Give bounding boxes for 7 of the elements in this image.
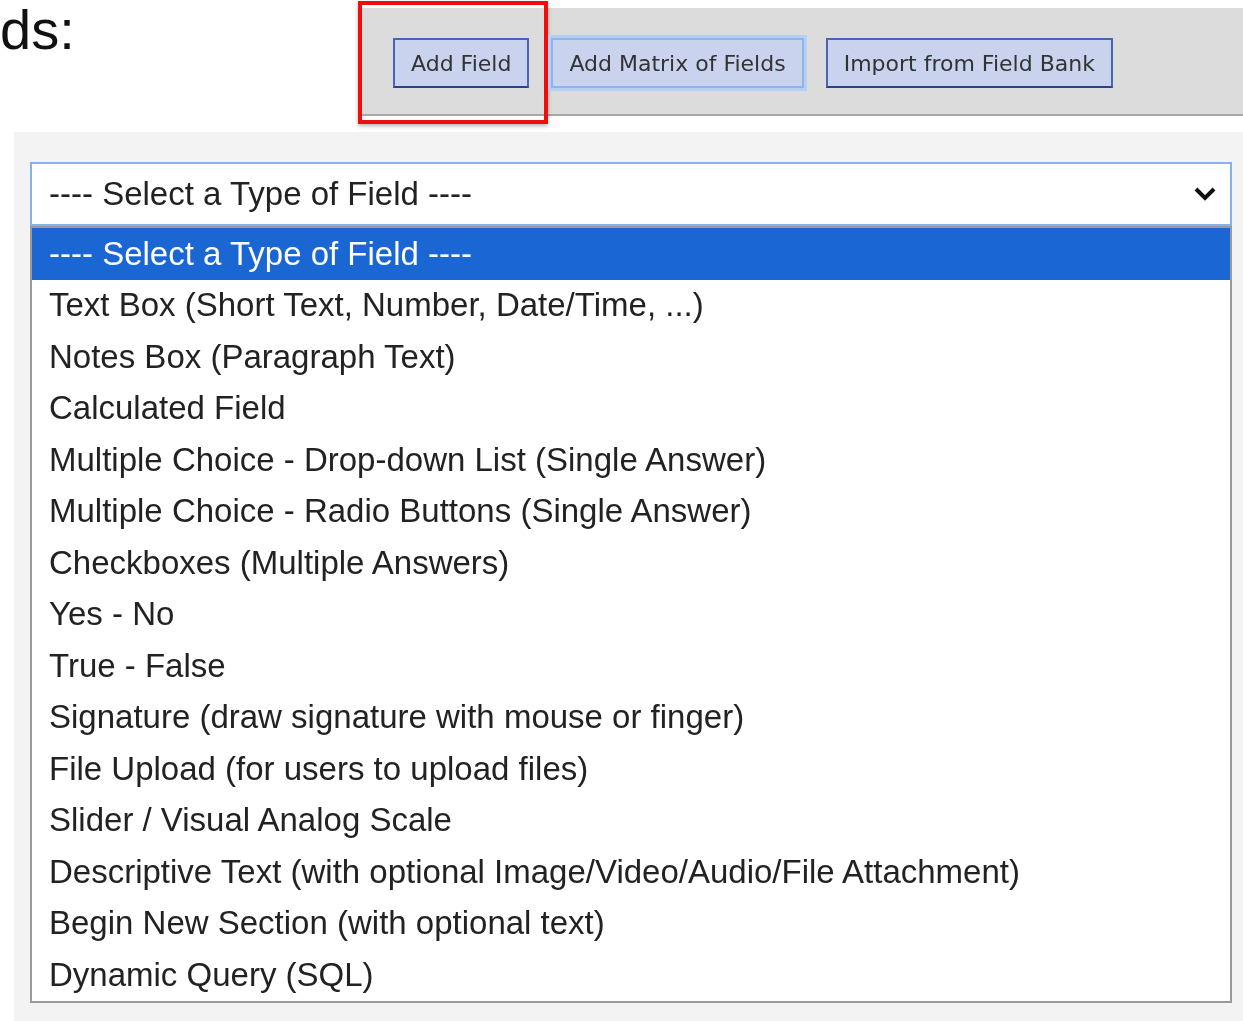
toolbar-button[interactable]: Add Field <box>393 38 530 88</box>
chevron-down-icon <box>1194 187 1216 201</box>
toolbar-button[interactable]: Import from Field Bank <box>825 38 1113 88</box>
toolbar-button[interactable]: Add Matrix of Fields <box>551 38 804 88</box>
field-type-select[interactable]: ---- Select a Type of Field ---- <box>30 162 1232 226</box>
dropdown-option[interactable]: ---- Select a Type of Field ---- <box>32 228 1230 280</box>
section-heading: ds: <box>0 0 75 60</box>
